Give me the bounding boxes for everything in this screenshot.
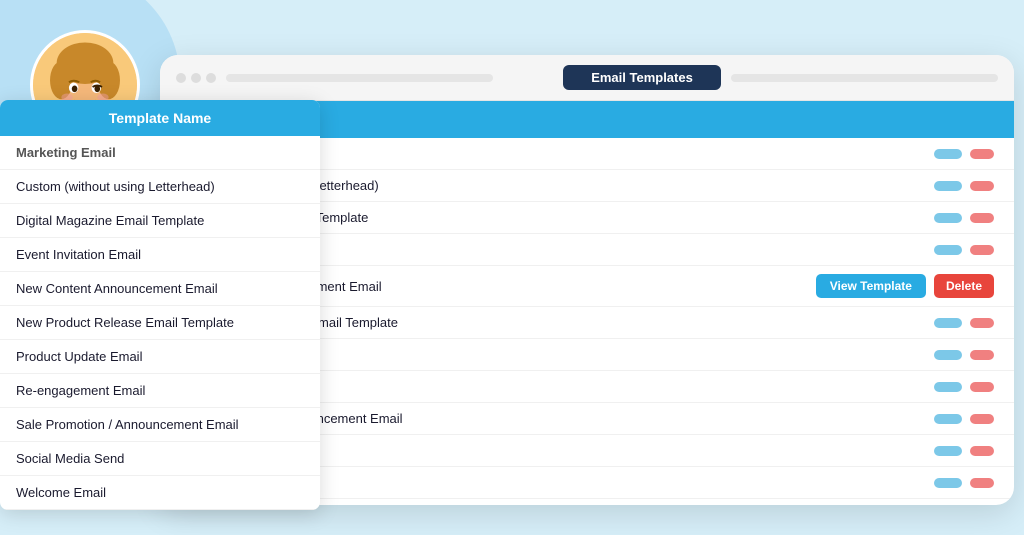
dropdown-item[interactable]: New Content Announcement Email xyxy=(0,272,320,306)
browser-spacer-left xyxy=(226,74,493,82)
row-actions xyxy=(723,149,994,159)
delete-button[interactable] xyxy=(970,181,994,191)
dropdown-item[interactable]: Sale Promotion / Announcement Email xyxy=(0,408,320,442)
view-template-button[interactable] xyxy=(934,382,962,392)
dropdown-item[interactable]: Custom (without using Letterhead) xyxy=(0,170,320,204)
browser-dot-3 xyxy=(206,73,216,83)
row-actions xyxy=(723,382,994,392)
row-actions xyxy=(723,350,994,360)
browser-dot-2 xyxy=(191,73,201,83)
browser-dot-1 xyxy=(176,73,186,83)
delete-button[interactable] xyxy=(970,318,994,328)
view-template-button[interactable] xyxy=(934,149,962,159)
browser-spacer-right xyxy=(731,74,998,82)
row-actions: View Template Delete xyxy=(723,274,994,298)
delete-button[interactable]: Delete xyxy=(934,274,994,298)
delete-button[interactable] xyxy=(970,478,994,488)
row-actions xyxy=(723,414,994,424)
view-template-button[interactable] xyxy=(934,245,962,255)
dropdown-item[interactable]: Product Update Email xyxy=(0,340,320,374)
view-template-button[interactable] xyxy=(934,446,962,456)
dropdown-item[interactable]: Event Invitation Email xyxy=(0,238,320,272)
view-template-button[interactable] xyxy=(934,478,962,488)
delete-button[interactable] xyxy=(970,414,994,424)
view-template-button[interactable] xyxy=(934,213,962,223)
dropdown-overlay: Template Name Marketing EmailCustom (wit… xyxy=(0,100,320,510)
dropdown-item[interactable]: Social Media Send xyxy=(0,442,320,476)
delete-button[interactable] xyxy=(970,245,994,255)
row-actions xyxy=(723,478,994,488)
dropdown-item[interactable]: Marketing Email xyxy=(0,136,320,170)
view-template-button[interactable] xyxy=(934,350,962,360)
delete-button[interactable] xyxy=(970,350,994,360)
row-actions xyxy=(723,213,994,223)
dropdown-item[interactable]: New Product Release Email Template xyxy=(0,306,320,340)
dropdown-list: Marketing EmailCustom (without using Let… xyxy=(0,136,320,510)
browser-topbar: Email Templates xyxy=(160,55,1014,101)
browser-tab[interactable]: Email Templates xyxy=(563,65,721,90)
view-template-button[interactable] xyxy=(934,181,962,191)
view-template-button[interactable] xyxy=(934,414,962,424)
browser-dots xyxy=(176,73,216,83)
view-template-button[interactable] xyxy=(934,318,962,328)
delete-button[interactable] xyxy=(970,446,994,456)
dropdown-item[interactable]: Re-engagement Email xyxy=(0,374,320,408)
delete-button[interactable] xyxy=(970,382,994,392)
delete-button[interactable] xyxy=(970,149,994,159)
row-actions xyxy=(723,245,994,255)
dropdown-header: Template Name xyxy=(0,100,320,136)
row-actions xyxy=(723,181,994,191)
row-actions xyxy=(723,446,994,456)
dropdown-item[interactable]: Digital Magazine Email Template xyxy=(0,204,320,238)
row-actions xyxy=(723,318,994,328)
dropdown-item[interactable]: Welcome Email xyxy=(0,476,320,510)
delete-button[interactable] xyxy=(970,213,994,223)
view-template-button[interactable]: View Template xyxy=(816,274,926,298)
